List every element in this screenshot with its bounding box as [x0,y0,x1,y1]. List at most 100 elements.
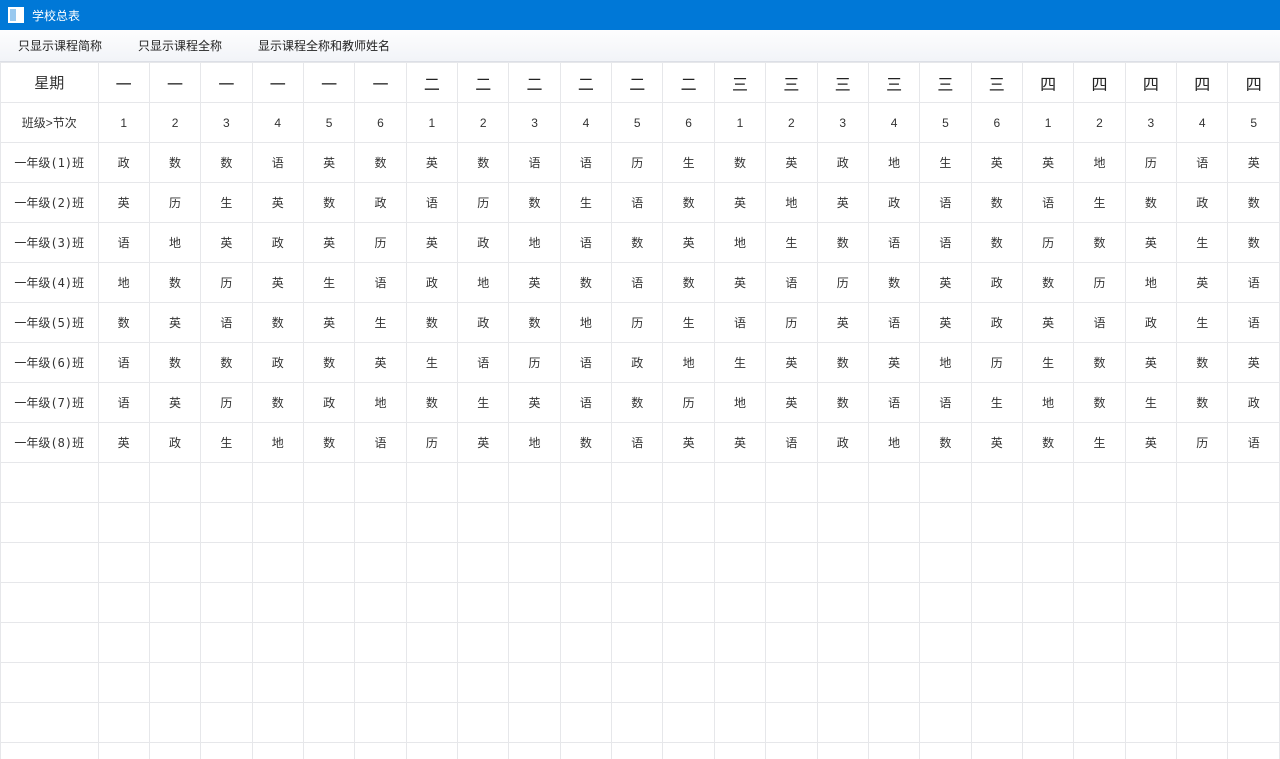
schedule-cell[interactable]: 地 [509,223,560,263]
schedule-cell[interactable]: 英 [509,263,560,303]
empty-cell[interactable] [201,583,252,623]
empty-cell[interactable] [355,503,406,543]
empty-cell[interactable] [303,583,354,623]
empty-cell[interactable] [1228,463,1280,503]
schedule-cell[interactable]: 政 [971,303,1022,343]
schedule-cell[interactable]: 英 [868,343,919,383]
empty-cell[interactable] [766,623,817,663]
schedule-cell[interactable]: 语 [612,263,663,303]
schedule-cell[interactable]: 语 [920,223,971,263]
empty-cell[interactable] [868,543,919,583]
empty-cell[interactable] [1022,583,1073,623]
schedule-cell[interactable]: 历 [149,183,200,223]
tab-show-short[interactable]: 只显示课程简称 [0,30,120,61]
schedule-cell[interactable]: 政 [252,223,303,263]
empty-cell[interactable] [252,743,303,759]
empty-cell[interactable] [560,543,611,583]
empty-cell[interactable] [1228,623,1280,663]
schedule-cell[interactable]: 英 [98,423,149,463]
empty-cell[interactable] [1074,743,1125,759]
schedule-cell[interactable]: 数 [560,263,611,303]
empty-cell[interactable] [1074,463,1125,503]
empty-cell[interactable] [612,463,663,503]
schedule-cell[interactable]: 数 [149,143,200,183]
empty-cell[interactable] [560,663,611,703]
empty-cell[interactable] [406,583,457,623]
schedule-cell[interactable]: 语 [1228,263,1280,303]
schedule-cell[interactable]: 政 [406,263,457,303]
schedule-cell[interactable]: 语 [868,383,919,423]
schedule-cell[interactable]: 政 [1177,183,1228,223]
schedule-cell[interactable]: 地 [1074,143,1125,183]
empty-cell[interactable] [252,463,303,503]
schedule-cell[interactable]: 生 [766,223,817,263]
empty-cell[interactable] [458,703,509,743]
empty-cell[interactable] [303,623,354,663]
empty-cell[interactable] [663,583,714,623]
schedule-cell[interactable]: 语 [560,383,611,423]
schedule-cell[interactable]: 数 [1177,343,1228,383]
empty-cell[interactable] [1022,543,1073,583]
schedule-cell[interactable]: 数 [252,303,303,343]
schedule-cell[interactable]: 地 [714,383,765,423]
empty-cell[interactable] [1228,743,1280,759]
empty-cell[interactable] [766,543,817,583]
empty-cell[interactable] [714,743,765,759]
empty-cell[interactable] [971,663,1022,703]
schedule-cell[interactable]: 政 [612,343,663,383]
empty-cell[interactable] [98,623,149,663]
empty-cell[interactable] [663,703,714,743]
schedule-cell[interactable]: 英 [252,263,303,303]
empty-cell[interactable] [1074,663,1125,703]
empty-cell[interactable] [1022,663,1073,703]
empty-cell[interactable] [509,543,560,583]
schedule-cell[interactable]: 历 [355,223,406,263]
empty-cell[interactable] [201,743,252,759]
schedule-cell[interactable]: 数 [1074,383,1125,423]
empty-cell[interactable] [1074,583,1125,623]
empty-cell[interactable] [971,623,1022,663]
schedule-cell[interactable]: 生 [355,303,406,343]
empty-cell[interactable] [868,583,919,623]
empty-cell[interactable] [1125,743,1176,759]
schedule-cell[interactable]: 数 [868,263,919,303]
schedule-cell[interactable]: 历 [509,343,560,383]
empty-cell[interactable] [303,663,354,703]
schedule-cell[interactable]: 数 [920,423,971,463]
schedule-cell[interactable]: 英 [201,223,252,263]
schedule-cell[interactable]: 历 [201,263,252,303]
empty-cell[interactable] [149,503,200,543]
schedule-cell[interactable]: 生 [406,343,457,383]
empty-cell[interactable] [458,623,509,663]
empty-cell[interactable] [971,503,1022,543]
empty-cell[interactable] [560,743,611,759]
schedule-cell[interactable]: 数 [406,383,457,423]
empty-cell[interactable] [612,623,663,663]
schedule-cell[interactable]: 数 [98,303,149,343]
empty-cell[interactable] [252,703,303,743]
schedule-cell[interactable]: 地 [252,423,303,463]
schedule-cell[interactable]: 数 [971,223,1022,263]
empty-cell[interactable] [971,543,1022,583]
schedule-cell[interactable]: 数 [509,183,560,223]
empty-cell[interactable] [714,463,765,503]
schedule-grid[interactable]: 星期一一一一一一二二二二二二三三三三三三四四四四四班级>节次1234561234… [0,62,1280,759]
schedule-cell[interactable]: 地 [714,223,765,263]
empty-cell[interactable] [663,663,714,703]
schedule-cell[interactable]: 语 [98,343,149,383]
schedule-cell[interactable]: 数 [663,183,714,223]
schedule-cell[interactable]: 英 [766,383,817,423]
schedule-cell[interactable]: 数 [201,343,252,383]
empty-cell[interactable] [149,463,200,503]
empty-cell[interactable] [1125,503,1176,543]
schedule-cell[interactable]: 历 [1125,143,1176,183]
empty-cell[interactable] [98,743,149,759]
empty-cell[interactable] [509,503,560,543]
schedule-cell[interactable]: 政 [817,423,868,463]
schedule-cell[interactable]: 历 [971,343,1022,383]
empty-cell[interactable] [817,623,868,663]
schedule-cell[interactable]: 语 [1177,143,1228,183]
empty-cell[interactable] [458,503,509,543]
schedule-cell[interactable]: 语 [612,423,663,463]
empty-cell[interactable] [868,743,919,759]
